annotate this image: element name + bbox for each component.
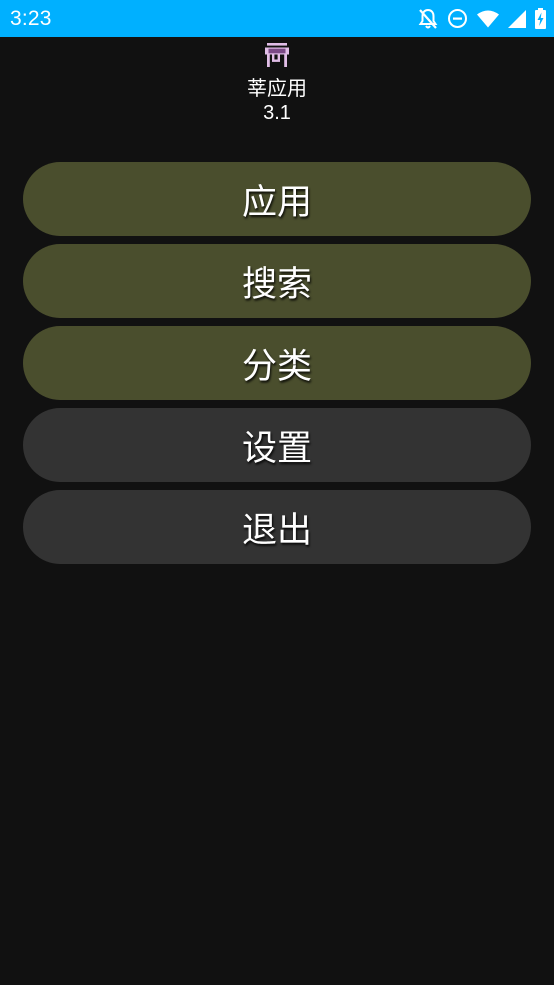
- exit-button[interactable]: 退出: [23, 490, 531, 564]
- apps-button[interactable]: 应用: [23, 162, 531, 236]
- status-icons: [418, 8, 546, 30]
- categories-button[interactable]: 分类: [23, 326, 531, 400]
- settings-button[interactable]: 设置: [23, 408, 531, 482]
- wifi-icon: [477, 10, 499, 28]
- do-not-disturb-icon: [447, 8, 468, 29]
- status-bar: 3:23: [0, 0, 554, 37]
- store-icon: [262, 40, 292, 70]
- battery-charging-icon: [535, 8, 546, 29]
- notifications-off-icon: [418, 8, 438, 30]
- app-name: 莘应用: [247, 76, 307, 100]
- main-menu: 应用 搜索 分类 设置 退出: [23, 162, 531, 572]
- search-button[interactable]: 搜索: [23, 244, 531, 318]
- signal-icon: [508, 9, 526, 28]
- app-version: 3.1: [263, 102, 291, 124]
- status-time: 3:23: [10, 6, 52, 30]
- app-header: 莘应用 3.1: [0, 40, 554, 126]
